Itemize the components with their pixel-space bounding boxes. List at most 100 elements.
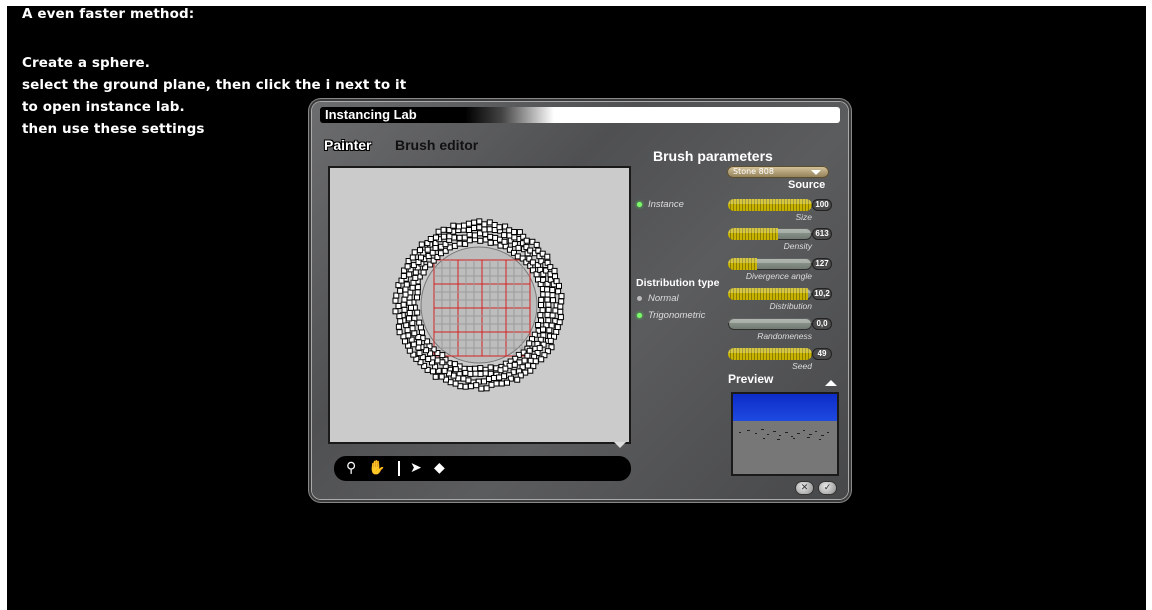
close-icon[interactable]: ✕ <box>796 482 813 494</box>
instance-square <box>432 373 439 380</box>
seed-slider[interactable] <box>728 348 812 360</box>
instancing-lab-window: Instancing Lab Painter Brush editor ⚲ ✋ … <box>312 102 848 499</box>
instance-square <box>429 249 436 256</box>
divergence-angle-value[interactable]: 127 <box>812 258 832 270</box>
randomeness-slider[interactable] <box>728 318 812 330</box>
instance-square <box>558 298 565 305</box>
instance-square <box>432 244 439 251</box>
radio-indicator <box>637 202 642 207</box>
instance-square <box>418 241 425 248</box>
tab-brush-editor[interactable]: Brush editor <box>395 137 478 153</box>
instance-option[interactable]: Instance <box>637 199 684 210</box>
instance-square <box>477 365 484 372</box>
brush-area <box>420 246 538 364</box>
instance-square <box>544 253 551 260</box>
instance-square <box>477 370 484 377</box>
instance-square <box>511 361 518 368</box>
instance-square <box>405 332 412 339</box>
size-value[interactable]: 100 <box>812 199 832 211</box>
instance-square <box>466 237 473 244</box>
instance-square <box>487 233 494 240</box>
instance-square <box>396 329 403 336</box>
instance-square <box>427 236 434 242</box>
instance-square <box>557 303 564 310</box>
zoom-icon[interactable]: ⚲ <box>346 459 356 477</box>
instance-square <box>411 249 418 256</box>
trigonometric-label: Trigonometric <box>648 310 706 321</box>
instance-square <box>501 238 508 245</box>
instance-square <box>524 352 531 359</box>
instance-square <box>403 281 410 288</box>
distribution-slider[interactable] <box>728 288 812 300</box>
distribution-value[interactable]: 10,2 <box>812 288 832 300</box>
instance-square <box>416 339 423 346</box>
distribution-option-trigonometric[interactable]: Trigonometric <box>637 310 705 321</box>
instance-square <box>492 234 499 241</box>
distribution-option-normal[interactable]: Normal <box>637 293 679 304</box>
instance-square <box>514 253 521 260</box>
density-label: Density <box>783 241 812 251</box>
window-title-bar[interactable]: Instancing Lab <box>320 107 840 123</box>
instance-square <box>404 263 411 270</box>
instance-square <box>481 378 487 385</box>
instance-square <box>491 222 498 228</box>
instance-square <box>434 357 441 364</box>
painter-toolbar: ⚲ ✋ ➤ ◆ <box>334 456 631 481</box>
density-slider[interactable] <box>728 228 812 240</box>
instance-square <box>501 232 508 239</box>
instance-square <box>526 340 533 347</box>
density-value[interactable]: 613 <box>812 228 832 240</box>
instance-square <box>524 362 531 369</box>
instance-square <box>471 225 477 231</box>
instance-square <box>552 307 559 314</box>
divergence-angle-slider[interactable] <box>728 258 812 270</box>
window-title: Instancing Lab <box>325 107 417 122</box>
instance-square <box>481 221 488 228</box>
instance-square <box>412 269 419 276</box>
instance-square <box>462 383 469 390</box>
instance-square <box>409 254 416 261</box>
randomeness-value[interactable]: 0,0 <box>812 318 832 330</box>
check-icon[interactable]: ✓ <box>819 482 836 494</box>
instance-square <box>538 302 544 308</box>
seed-label: Seed <box>792 361 812 371</box>
instance-square <box>465 220 472 227</box>
instance-square <box>549 292 556 299</box>
instance-square <box>438 373 445 380</box>
instance-square <box>544 311 551 318</box>
instance-square <box>549 312 556 319</box>
instance-square <box>397 287 404 294</box>
instance-square <box>465 377 472 384</box>
collapse-arrow-icon[interactable] <box>614 442 626 448</box>
instance-square <box>544 296 551 303</box>
paint-canvas[interactable] <box>328 166 631 444</box>
hand-icon[interactable]: ✋ <box>368 459 385 477</box>
source-dropdown[interactable]: Stone 808 <box>727 166 829 178</box>
instance-square <box>511 229 518 235</box>
size-label: Size <box>795 212 812 222</box>
instance-square <box>498 380 505 387</box>
instance-square <box>545 306 552 313</box>
instance-square <box>416 319 423 326</box>
instance-square <box>414 289 421 296</box>
instance-square <box>521 357 528 364</box>
chevron-up-icon[interactable] <box>825 380 837 386</box>
toolbar-divider <box>398 461 400 476</box>
instance-square <box>485 376 492 382</box>
instance-square <box>430 368 436 375</box>
instance-square <box>502 365 509 372</box>
radio-indicator <box>637 313 642 318</box>
seed-value[interactable]: 49 <box>812 348 832 360</box>
size-slider[interactable] <box>728 199 812 211</box>
instance-square <box>481 226 488 233</box>
instance-square <box>406 271 413 278</box>
instance-square <box>455 223 462 230</box>
eraser-icon[interactable]: ◆ <box>434 459 445 477</box>
instance-square <box>414 309 421 316</box>
preview-scatter <box>739 429 829 440</box>
tab-painter[interactable]: Painter <box>324 137 371 153</box>
instance-square <box>486 219 493 226</box>
brush-icon[interactable]: ➤ <box>410 459 422 477</box>
source-value: Stone 808 <box>733 167 774 176</box>
instance-square <box>473 382 480 389</box>
